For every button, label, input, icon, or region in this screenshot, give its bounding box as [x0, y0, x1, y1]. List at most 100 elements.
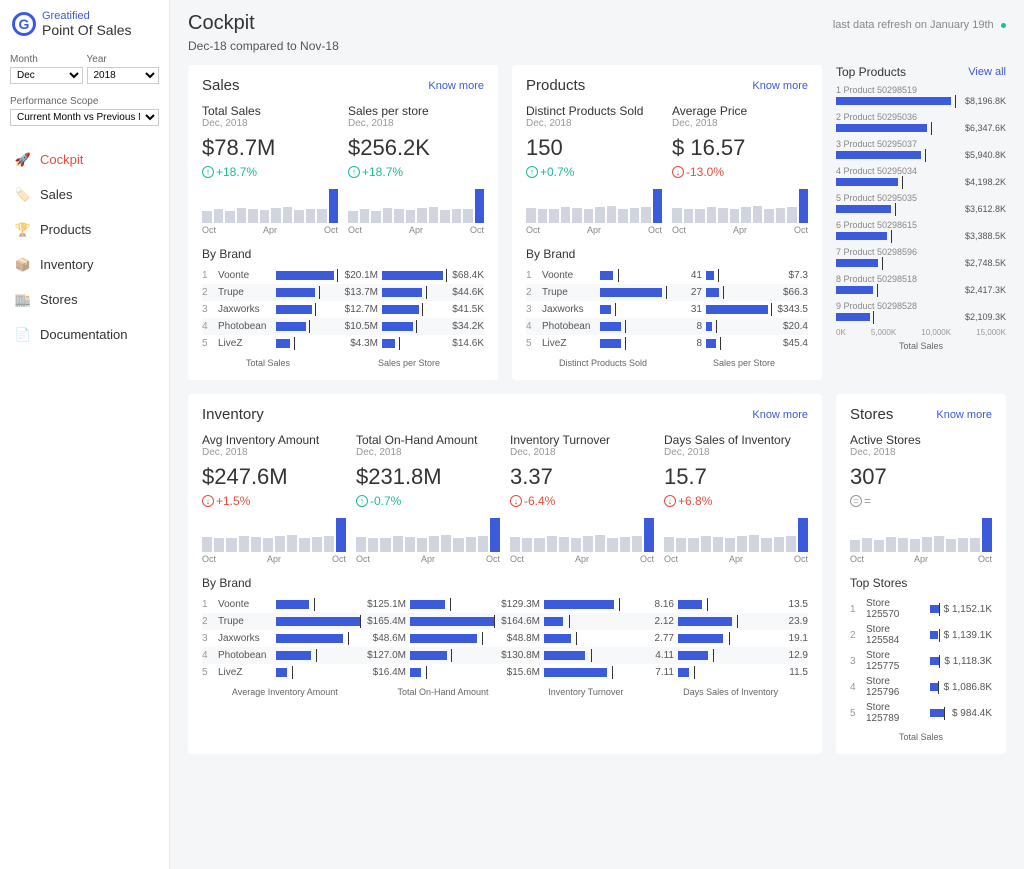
top-product-item: 6 Product 50298615 $3,388.5K [836, 220, 1006, 241]
sidebar: G Greatified Point Of Sales Month Dec Ye… [0, 0, 170, 869]
kpi: Days Sales of Inventory Dec, 2018 15.7 ↓… [664, 433, 808, 564]
kpi: Inventory Turnover Dec, 2018 3.37 ↓ -6.4… [510, 433, 654, 564]
kpi-label: Sales per store [348, 104, 484, 118]
logo-icon: G [12, 12, 36, 36]
nav-item-sales[interactable]: 🏷️Sales [0, 177, 169, 212]
nav-item-stores[interactable]: 🏬 Stores [0, 282, 169, 317]
scope-select[interactable]: Current Month vs Previous Month [10, 109, 159, 126]
kpi-delta: ↓ -6.4% [510, 494, 654, 508]
kpi-label: Active Stores [850, 433, 992, 447]
kpi: Total Sales Dec, 2018 $78.7M ↑ +18.7% Oc… [202, 104, 338, 235]
kpi-sublabel: Dec, 2018 [664, 447, 808, 458]
kpi-label: Total On-Hand Amount [356, 433, 500, 447]
mini-bar-chart [202, 518, 346, 552]
kpi-delta: ↓ -13.0% [672, 165, 808, 179]
kpi-sublabel: Dec, 2018 [672, 118, 808, 129]
nav-label: Sales [40, 187, 73, 202]
mini-bar-chart [850, 518, 992, 552]
delta-icon: = [850, 495, 862, 507]
products-card: Products Know more Distinct Products Sol… [512, 65, 822, 380]
top-product-item: 5 Product 50295035 $3,612.8K [836, 193, 1006, 214]
brand-row: 5 LiveZ $4.3M $14.6K [202, 335, 484, 352]
kpi-delta: ↑ -0.7% [356, 494, 500, 508]
kpi-label: Total Sales [202, 104, 338, 118]
kpi-delta: ↑ +18.7% [348, 165, 484, 179]
inventory-know-more-link[interactable]: Know more [752, 409, 808, 421]
delta-icon: ↑ [356, 495, 368, 507]
kpi: Total On-Hand Amount Dec, 2018 $231.8M ↑… [356, 433, 500, 564]
kpi-delta: ↑ +18.7% [202, 165, 338, 179]
year-label: Year [87, 54, 160, 65]
store-row: 5 Store 125789 $ 984.4K [850, 700, 992, 726]
brand-row: 5 LiveZ $16.4M$15.6M7.1111.5 [202, 664, 808, 681]
mini-bar-chart [348, 189, 484, 223]
refresh-info: last data refresh on January 19th [833, 17, 1006, 31]
top-product-item: 8 Product 50298518 $2,417.3K [836, 274, 1006, 295]
page-title: Cockpit [188, 12, 255, 35]
kpi-sublabel: Dec, 2018 [202, 447, 346, 458]
nav-item-products[interactable]: 🏆Products [0, 212, 169, 247]
kpi-sublabel: Dec, 2018 [510, 447, 654, 458]
delta-icon: ↓ [664, 495, 676, 507]
brand-row: 2 Trupe 27 $66.3 [526, 284, 808, 301]
kpi-sublabel: Dec, 2018 [356, 447, 500, 458]
kpi: Distinct Products Sold Dec, 2018 150 ↑ +… [526, 104, 662, 235]
kpi-sublabel: Dec, 2018 [526, 118, 662, 129]
sales-know-more-link[interactable]: Know more [428, 80, 484, 92]
top-products-panel: Top Products View all 1 Product 50298519… [836, 65, 1006, 380]
kpi-value: 15.7 [664, 464, 808, 490]
products-bybrand-label: By Brand [526, 247, 808, 261]
brand-row: 4 Photobean 8 $20.4 [526, 318, 808, 335]
top-product-item: 9 Product 50298528 $2,109.3K [836, 301, 1006, 322]
kpi-value: 150 [526, 135, 662, 161]
refresh-dot-icon [1001, 23, 1006, 28]
nav-label: Stores [40, 292, 78, 307]
kpi-delta: ↓ +1.5% [202, 494, 346, 508]
nav: 🚀Cockpit🏷️Sales🏆Products📦Inventory 🏬 Store… [0, 142, 169, 352]
nav-item-inventory[interactable]: 📦Inventory [0, 247, 169, 282]
brand-row: 1 Voonte 41 $7.3 [526, 267, 808, 284]
month-select[interactable]: Dec [10, 67, 83, 84]
top-products-title: Top Products [836, 65, 906, 79]
main-content: Cockpit last data refresh on January 19t… [170, 0, 1024, 869]
kpi-sublabel: Dec, 2018 [202, 118, 338, 129]
products-title: Products [526, 77, 585, 94]
page-subtitle: Dec-18 compared to Nov-18 [188, 39, 1006, 53]
store-row: 4 Store 125796 $ 1,086.8K [850, 674, 992, 700]
brand-row: 5 LiveZ 8 $45.4 [526, 335, 808, 352]
kpi-sublabel: Dec, 2018 [348, 118, 484, 129]
store-row: 1 Store 125570 $ 1,152.1K [850, 596, 992, 622]
brand-row: 4 Photobean $127.0M$130.8M4.1112.9 [202, 647, 808, 664]
scope-label: Performance Scope [10, 96, 159, 107]
year-select[interactable]: 2018 [87, 67, 160, 84]
mini-bar-chart [664, 518, 808, 552]
stores-know-more-link[interactable]: Know more [936, 409, 992, 421]
stores-title: Stores [850, 406, 893, 423]
nav-item-cockpit[interactable]: 🚀Cockpit [0, 142, 169, 177]
kpi-label: Days Sales of Inventory [664, 433, 808, 447]
mini-bar-chart [672, 189, 808, 223]
brand-row: 1 Voonte $125.1M$129.3M8.1613.5 [202, 596, 808, 613]
mini-bar-chart [356, 518, 500, 552]
mini-bar-chart [202, 189, 338, 223]
nav-label: Cockpit [40, 152, 83, 167]
kpi-delta: ↓ +6.8% [664, 494, 808, 508]
inventory-card: Inventory Know more Avg Inventory Amount… [188, 394, 822, 754]
stores-footer: Total Sales [850, 732, 992, 742]
kpi-value: 307 [850, 464, 992, 490]
view-all-link[interactable]: View all [968, 66, 1006, 78]
sales-bybrand-label: By Brand [202, 247, 484, 261]
products-know-more-link[interactable]: Know more [752, 80, 808, 92]
brand-row: 1 Voonte $20.1M $68.4K [202, 267, 484, 284]
brand-row: 4 Photobean $10.5M $34.2K [202, 318, 484, 335]
nav-label: Documentation [40, 327, 127, 342]
store-icon: 🏬 [16, 293, 30, 307]
kpi: Active Stores Dec, 2018 307 = = OctAprOc… [850, 433, 992, 564]
top-products-footer: Total Sales [836, 341, 1006, 351]
sales-title: Sales [202, 77, 240, 94]
trophy-icon: 🏆 [16, 223, 30, 237]
nav-item-documentation[interactable]: 📄Documentation [0, 317, 169, 352]
delta-icon: ↓ [672, 166, 684, 178]
kpi-value: $231.8M [356, 464, 500, 490]
inv-bybrand-label: By Brand [202, 576, 808, 590]
